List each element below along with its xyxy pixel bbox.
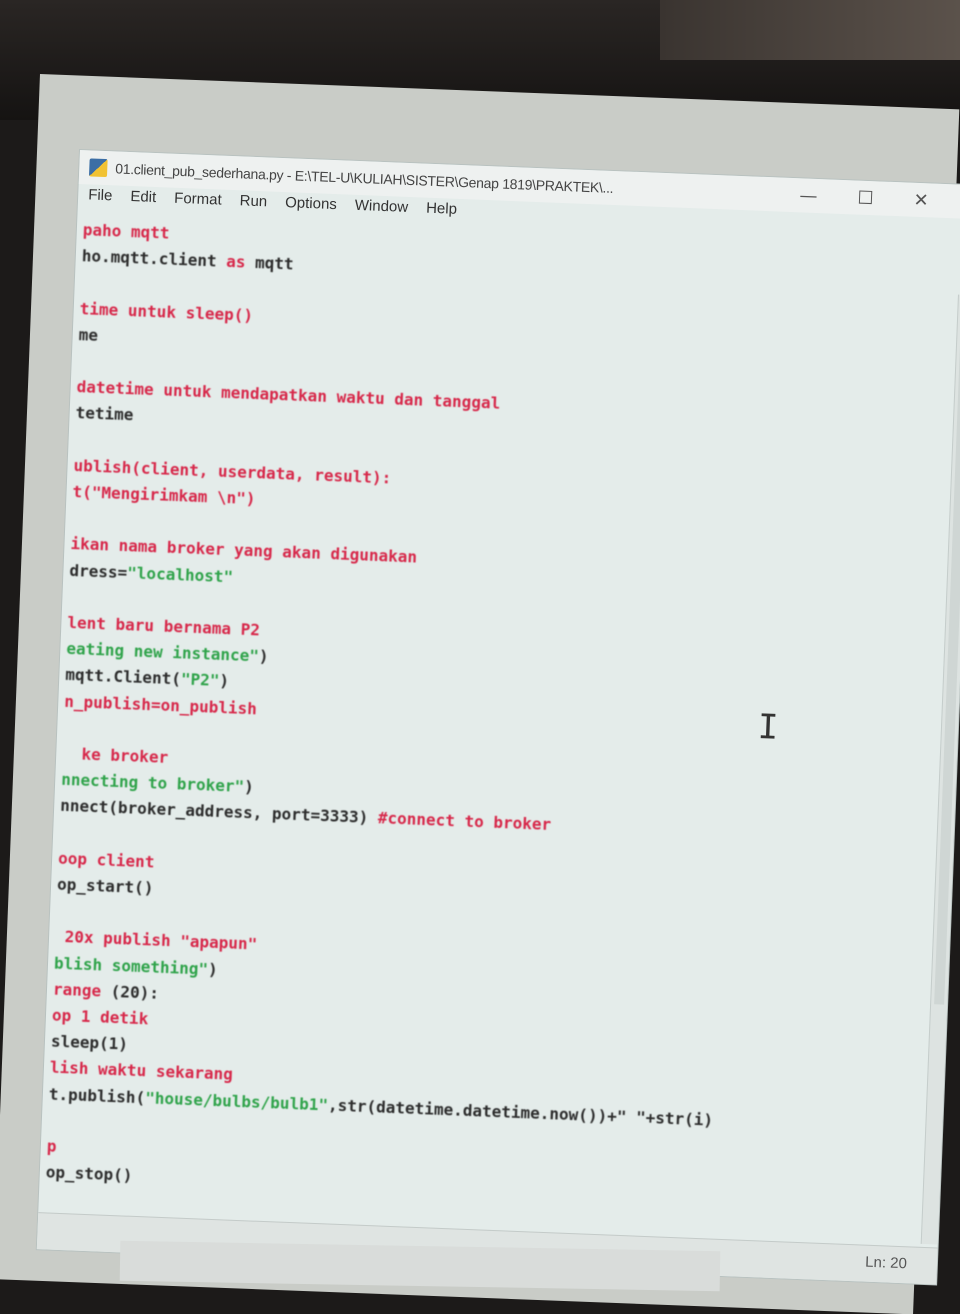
minimize-button[interactable]: — [799,185,818,207]
menu-options[interactable]: Options [284,194,337,222]
code-line[interactable]: eating new instance") [66,639,269,667]
code-line[interactable]: p [46,1136,57,1156]
code-token: ho.mqtt.client [81,246,227,272]
code-line[interactable]: time untuk sleep() [79,299,253,326]
string-token: "house/bulbs/bulb1" [144,1087,329,1115]
string-token: nnecting to broker" [60,769,245,797]
code-line[interactable]: t("Mengirimkam \n") [72,482,256,509]
string-token: eating new instance" [66,639,260,666]
code-token: sleep(1) [50,1031,129,1054]
code-token: mqtt.Client( [65,665,182,689]
python-file-icon [88,158,108,178]
code-line[interactable]: datetime untuk mendapatkan waktu dan tan… [76,377,500,414]
code-token: mqtt [245,252,294,274]
code-line[interactable]: ke broker [61,743,169,768]
keyword-token: oop client [57,848,155,872]
keyword-token: t("Mengirimkam \n") [72,481,256,509]
keyword-token: ke broker [61,743,169,767]
code-line[interactable]: op_start() [57,875,154,899]
code-line[interactable]: lish waktu sekarang [50,1058,234,1085]
maximize-button[interactable]: ☐ [857,187,874,209]
code-token: ,str(datetime.datetime.now())+" "+str(i) [327,1095,714,1130]
code-line[interactable]: me [78,325,98,346]
code-line[interactable]: n_publish=on_publish [64,691,257,719]
code-line[interactable]: mqtt.Client("P2") [65,665,229,691]
code-token: nnect(broker_address, port=3333) [59,796,379,828]
menu-edit[interactable]: Edit [130,188,157,215]
code-line[interactable]: op_stop() [45,1163,132,1186]
code-token: ) [219,671,230,691]
code-line[interactable]: oop client [58,848,155,872]
code-token: tetime [75,403,134,425]
keyword-token: range [52,979,102,1001]
code-line[interactable]: op 1 detik [52,1006,149,1030]
code-line[interactable]: dress="localhost" [69,561,233,587]
code-token: ) [258,646,269,666]
code-line[interactable]: t.publish("house/bulbs/bulb1",str(dateti… [49,1084,714,1130]
close-button[interactable]: ✕ [913,189,929,211]
code-line[interactable]: paho mqtt [82,220,170,243]
code-token: dress= [69,560,128,582]
code-line[interactable]: sleep(1) [51,1032,129,1055]
text-cursor-icon: I [757,707,780,748]
code-token: t.publish( [48,1084,146,1107]
line-number-status: Ln: 20 [864,1253,908,1273]
code-token: ) [207,959,219,979]
code-line[interactable]: nnect(broker_address, port=3333) #connec… [60,796,552,835]
keyword-token: 20x publish "apapun" [54,927,258,954]
keyword-token: lish waktu sekarang [49,1057,234,1085]
keyword-token: #connect to broker [377,808,552,835]
code-token: ) [243,777,255,797]
menu-window[interactable]: Window [354,197,408,225]
string-token: "P2" [180,669,220,691]
idle-editor-window: 01.client_pub_sederhana.py - E:\TEL-U\KU… [36,150,960,1285]
code-line[interactable]: nnecting to broker") [61,770,254,798]
code-editor[interactable]: paho mqtt ho.mqtt.client as mqtt time untu… [38,212,959,1244]
keyword-token: time untuk sleep() [79,298,254,325]
code-token: me [78,324,99,345]
window-controls: — ☐ ✕ [799,178,929,217]
string-token: "localhost" [126,562,234,586]
code-token: op_start() [56,874,154,898]
code-line[interactable]: ho.mqtt.client as mqtt [81,246,294,274]
code-token: (20): [100,981,160,1003]
code-line[interactable]: range (20): [53,979,160,1003]
string-token: blish something" [53,953,209,979]
code-line[interactable]: 20x publish "apapun" [54,927,258,955]
code-line[interactable]: tetime [75,403,134,425]
keyword-token: lent baru bernama P2 [67,612,261,640]
menu-help[interactable]: Help [425,200,458,227]
code-token: op_stop() [45,1162,133,1186]
menu-file[interactable]: File [88,186,113,213]
menu-format[interactable]: Format [174,190,222,218]
menu-run[interactable]: Run [239,192,267,219]
keyword-token: paho mqtt [82,220,170,243]
keyword-token: op 1 detik [51,1005,149,1029]
keyword-token: p [46,1136,57,1156]
keyword-token: n_publish=on_publish [63,691,258,718]
keyword-token: as [225,252,246,272]
keyword-token: ublish(client, userdata, result): [73,455,392,488]
code-line[interactable]: lent baru bernama P2 [67,613,260,641]
code-line[interactable]: blish something") [54,953,218,979]
keyword-token: datetime untuk mendapatkan waktu dan tan… [76,377,501,413]
wall-background [660,0,960,60]
